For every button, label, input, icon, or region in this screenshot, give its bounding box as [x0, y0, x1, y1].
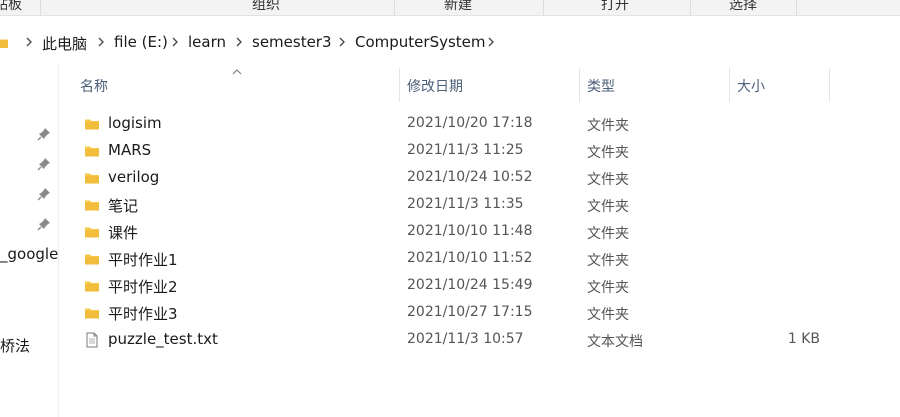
- ribbon-group-clipboard[interactable]: 贴板: [0, 0, 22, 14]
- file-type: 文件夹: [587, 145, 629, 161]
- column-divider[interactable]: [729, 68, 730, 102]
- breadcrumb-item-computersystem[interactable]: ComputerSystem: [355, 33, 486, 51]
- file-name[interactable]: puzzle_test.txt: [108, 330, 218, 348]
- chevron-right-icon[interactable]: [234, 36, 244, 48]
- breadcrumb[interactable]: 此电脑 file (E:) learn semester3 ComputerSy…: [0, 22, 900, 62]
- file-type: 文件夹: [587, 118, 629, 134]
- file-date-modified: 2021/10/10 11:48: [407, 223, 533, 239]
- file-date-modified: 2021/11/3 10:57: [407, 331, 524, 347]
- file-row[interactable]: 平时作业2 2021/10/24 15:49 文件夹: [58, 272, 900, 299]
- file-row[interactable]: 平时作业3 2021/10/27 17:15 文件夹: [58, 299, 900, 326]
- file-name[interactable]: verilog: [108, 168, 159, 186]
- folder-icon: [84, 278, 100, 294]
- file-date-modified: 2021/10/24 10:52: [407, 169, 533, 185]
- chevron-right-icon[interactable]: [337, 36, 347, 48]
- file-row[interactable]: verilog 2021/10/24 10:52 文件夹: [58, 164, 900, 191]
- breadcrumb-item-semester3[interactable]: semester3: [252, 33, 332, 51]
- breadcrumb-item-this-pc[interactable]: 此电脑: [42, 33, 87, 54]
- file-name[interactable]: 平时作业3: [108, 303, 178, 324]
- ribbon-group-open[interactable]: 打开: [601, 0, 629, 14]
- chevron-right-icon[interactable]: [486, 36, 496, 48]
- folder-icon: [84, 116, 100, 132]
- file-row[interactable]: 平时作业1 2021/10/10 11:52 文件夹: [58, 245, 900, 272]
- pin-icon[interactable]: [37, 187, 51, 201]
- ribbon-group-organize[interactable]: 组织: [252, 0, 280, 14]
- column-header-date-modified[interactable]: 修改日期: [407, 76, 463, 96]
- folder-icon: [84, 197, 100, 213]
- ribbon-divider: [796, 0, 797, 15]
- folder-icon: [84, 251, 100, 267]
- file-name[interactable]: 平时作业1: [108, 249, 178, 270]
- text-file-icon: [84, 332, 100, 348]
- file-type: 文件夹: [587, 199, 629, 215]
- pin-icon[interactable]: [37, 127, 51, 141]
- file-row[interactable]: 笔记 2021/11/3 11:35 文件夹: [58, 191, 900, 218]
- file-row[interactable]: puzzle_test.txt 2021/11/3 10:57 文本文档 1 KB: [58, 326, 900, 353]
- file-row[interactable]: 课件 2021/10/10 11:48 文件夹: [58, 218, 900, 245]
- file-type: 文本文档: [587, 334, 643, 350]
- file-name[interactable]: MARS: [108, 141, 151, 159]
- folder-icon: [84, 224, 100, 240]
- ribbon-divider: [543, 0, 544, 15]
- file-row[interactable]: logisim 2021/10/20 17:18 文件夹: [58, 110, 900, 137]
- nav-item-input-method[interactable]: 桥法: [0, 335, 30, 356]
- pin-icon[interactable]: [37, 217, 51, 231]
- column-header-size[interactable]: 大小: [737, 76, 765, 96]
- ribbon: 贴板 组织 新建 打开 选择: [0, 0, 900, 16]
- file-type: 文件夹: [587, 253, 629, 269]
- breadcrumb-item-learn[interactable]: learn: [188, 33, 226, 51]
- file-size: 1 KB: [787, 331, 820, 347]
- file-date-modified: 2021/11/3 11:25: [407, 142, 524, 158]
- file-type: 文件夹: [587, 226, 629, 242]
- folder-icon: [84, 305, 100, 321]
- column-header: 名称 修改日期 类型 大小: [58, 68, 900, 102]
- file-date-modified: 2021/10/10 11:52: [407, 250, 533, 266]
- column-divider[interactable]: [829, 68, 830, 102]
- file-type: 文件夹: [587, 172, 629, 188]
- file-name[interactable]: 课件: [108, 222, 138, 243]
- file-date-modified: 2021/10/24 15:49: [407, 277, 533, 293]
- file-name[interactable]: 笔记: [108, 195, 138, 216]
- column-divider[interactable]: [399, 68, 400, 102]
- file-date-modified: 2021/11/3 11:35: [407, 196, 524, 212]
- ribbon-group-new[interactable]: 新建: [444, 0, 472, 14]
- chevron-right-icon[interactable]: [170, 36, 180, 48]
- chevron-right-icon[interactable]: [24, 36, 34, 48]
- file-type: 文件夹: [587, 280, 629, 296]
- file-date-modified: 2021/10/20 17:18: [407, 115, 533, 131]
- folder-icon: [0, 39, 8, 48]
- chevron-right-icon[interactable]: [96, 36, 106, 48]
- file-type: 文件夹: [587, 307, 629, 323]
- ribbon-divider: [40, 0, 41, 15]
- folder-icon: [84, 170, 100, 186]
- file-name[interactable]: logisim: [108, 114, 162, 132]
- nav-item-google[interactable]: _google: [0, 245, 58, 263]
- ribbon-divider: [394, 0, 395, 15]
- pin-icon[interactable]: [37, 157, 51, 171]
- file-date-modified: 2021/10/27 17:15: [407, 304, 533, 320]
- folder-icon: [84, 143, 100, 159]
- column-header-type[interactable]: 类型: [587, 76, 615, 96]
- column-header-name[interactable]: 名称: [80, 76, 108, 96]
- column-divider[interactable]: [579, 68, 580, 102]
- file-row[interactable]: MARS 2021/11/3 11:25 文件夹: [58, 137, 900, 164]
- ribbon-divider: [690, 0, 691, 15]
- breadcrumb-item-drive[interactable]: file (E:): [114, 33, 168, 51]
- navigation-pane[interactable]: _google 桥法: [0, 63, 59, 417]
- file-name[interactable]: 平时作业2: [108, 276, 178, 297]
- ribbon-group-select[interactable]: 选择: [729, 0, 757, 14]
